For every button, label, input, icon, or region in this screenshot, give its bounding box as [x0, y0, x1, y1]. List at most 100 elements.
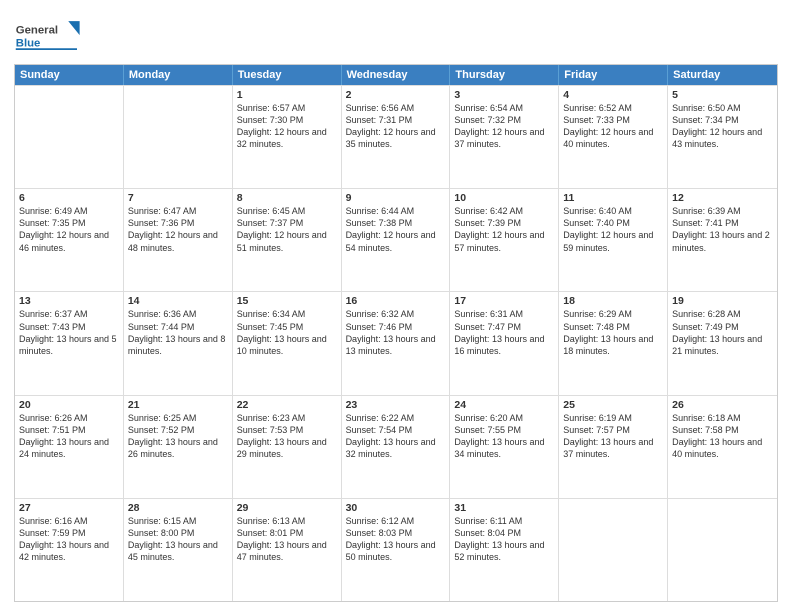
- day-number: 29: [237, 502, 337, 514]
- day-number: 17: [454, 295, 554, 307]
- calendar-row: 20Sunrise: 6:26 AM Sunset: 7:51 PM Dayli…: [15, 395, 777, 498]
- day-info: Sunrise: 6:19 AM Sunset: 7:57 PM Dayligh…: [563, 412, 663, 461]
- calendar-cell: 15Sunrise: 6:34 AM Sunset: 7:45 PM Dayli…: [233, 292, 342, 394]
- day-info: Sunrise: 6:29 AM Sunset: 7:48 PM Dayligh…: [563, 308, 663, 357]
- day-number: 23: [346, 399, 446, 411]
- day-info: Sunrise: 6:12 AM Sunset: 8:03 PM Dayligh…: [346, 515, 446, 564]
- calendar-cell: 10Sunrise: 6:42 AM Sunset: 7:39 PM Dayli…: [450, 189, 559, 291]
- day-info: Sunrise: 6:13 AM Sunset: 8:01 PM Dayligh…: [237, 515, 337, 564]
- calendar-cell: 28Sunrise: 6:15 AM Sunset: 8:00 PM Dayli…: [124, 499, 233, 601]
- calendar-cell: 4Sunrise: 6:52 AM Sunset: 7:33 PM Daylig…: [559, 86, 668, 188]
- day-number: 30: [346, 502, 446, 514]
- calendar-row: 27Sunrise: 6:16 AM Sunset: 7:59 PM Dayli…: [15, 498, 777, 601]
- calendar-cell: 31Sunrise: 6:11 AM Sunset: 8:04 PM Dayli…: [450, 499, 559, 601]
- svg-text:General: General: [16, 24, 58, 36]
- day-number: 13: [19, 295, 119, 307]
- day-info: Sunrise: 6:18 AM Sunset: 7:58 PM Dayligh…: [672, 412, 773, 461]
- calendar-cell: 11Sunrise: 6:40 AM Sunset: 7:40 PM Dayli…: [559, 189, 668, 291]
- calendar-cell: 13Sunrise: 6:37 AM Sunset: 7:43 PM Dayli…: [15, 292, 124, 394]
- day-number: 9: [346, 192, 446, 204]
- day-info: Sunrise: 6:40 AM Sunset: 7:40 PM Dayligh…: [563, 205, 663, 254]
- calendar-cell: 7Sunrise: 6:47 AM Sunset: 7:36 PM Daylig…: [124, 189, 233, 291]
- calendar-cell: 23Sunrise: 6:22 AM Sunset: 7:54 PM Dayli…: [342, 396, 451, 498]
- day-number: 27: [19, 502, 119, 514]
- calendar-row: 13Sunrise: 6:37 AM Sunset: 7:43 PM Dayli…: [15, 291, 777, 394]
- calendar-cell: 27Sunrise: 6:16 AM Sunset: 7:59 PM Dayli…: [15, 499, 124, 601]
- logo-svg: General Blue: [14, 14, 84, 58]
- calendar-cell: 30Sunrise: 6:12 AM Sunset: 8:03 PM Dayli…: [342, 499, 451, 601]
- day-number: 21: [128, 399, 228, 411]
- calendar-cell: 6Sunrise: 6:49 AM Sunset: 7:35 PM Daylig…: [15, 189, 124, 291]
- weekday-header: Monday: [124, 65, 233, 85]
- day-info: Sunrise: 6:54 AM Sunset: 7:32 PM Dayligh…: [454, 102, 554, 151]
- day-number: 1: [237, 89, 337, 101]
- day-number: 3: [454, 89, 554, 101]
- day-info: Sunrise: 6:11 AM Sunset: 8:04 PM Dayligh…: [454, 515, 554, 564]
- calendar-cell: 3Sunrise: 6:54 AM Sunset: 7:32 PM Daylig…: [450, 86, 559, 188]
- day-number: 22: [237, 399, 337, 411]
- weekday-header: Tuesday: [233, 65, 342, 85]
- day-number: 5: [672, 89, 773, 101]
- day-number: 24: [454, 399, 554, 411]
- day-info: Sunrise: 6:28 AM Sunset: 7:49 PM Dayligh…: [672, 308, 773, 357]
- day-number: 15: [237, 295, 337, 307]
- calendar-cell: [668, 499, 777, 601]
- calendar-cell: 14Sunrise: 6:36 AM Sunset: 7:44 PM Dayli…: [124, 292, 233, 394]
- calendar-header: SundayMondayTuesdayWednesdayThursdayFrid…: [15, 65, 777, 85]
- calendar: SundayMondayTuesdayWednesdayThursdayFrid…: [14, 64, 778, 602]
- day-number: 25: [563, 399, 663, 411]
- day-info: Sunrise: 6:42 AM Sunset: 7:39 PM Dayligh…: [454, 205, 554, 254]
- calendar-cell: 17Sunrise: 6:31 AM Sunset: 7:47 PM Dayli…: [450, 292, 559, 394]
- day-info: Sunrise: 6:22 AM Sunset: 7:54 PM Dayligh…: [346, 412, 446, 461]
- calendar-cell: 26Sunrise: 6:18 AM Sunset: 7:58 PM Dayli…: [668, 396, 777, 498]
- day-number: 6: [19, 192, 119, 204]
- day-info: Sunrise: 6:25 AM Sunset: 7:52 PM Dayligh…: [128, 412, 228, 461]
- day-number: 10: [454, 192, 554, 204]
- calendar-body: 1Sunrise: 6:57 AM Sunset: 7:30 PM Daylig…: [15, 85, 777, 601]
- day-info: Sunrise: 6:50 AM Sunset: 7:34 PM Dayligh…: [672, 102, 773, 151]
- weekday-header: Saturday: [668, 65, 777, 85]
- calendar-cell: 24Sunrise: 6:20 AM Sunset: 7:55 PM Dayli…: [450, 396, 559, 498]
- calendar-cell: 18Sunrise: 6:29 AM Sunset: 7:48 PM Dayli…: [559, 292, 668, 394]
- day-info: Sunrise: 6:36 AM Sunset: 7:44 PM Dayligh…: [128, 308, 228, 357]
- calendar-cell: 29Sunrise: 6:13 AM Sunset: 8:01 PM Dayli…: [233, 499, 342, 601]
- calendar-cell: 1Sunrise: 6:57 AM Sunset: 7:30 PM Daylig…: [233, 86, 342, 188]
- calendar-cell: 20Sunrise: 6:26 AM Sunset: 7:51 PM Dayli…: [15, 396, 124, 498]
- calendar-cell: 21Sunrise: 6:25 AM Sunset: 7:52 PM Dayli…: [124, 396, 233, 498]
- day-info: Sunrise: 6:45 AM Sunset: 7:37 PM Dayligh…: [237, 205, 337, 254]
- day-number: 14: [128, 295, 228, 307]
- calendar-cell: 2Sunrise: 6:56 AM Sunset: 7:31 PM Daylig…: [342, 86, 451, 188]
- day-number: 7: [128, 192, 228, 204]
- calendar-cell: [15, 86, 124, 188]
- day-number: 28: [128, 502, 228, 514]
- day-info: Sunrise: 6:57 AM Sunset: 7:30 PM Dayligh…: [237, 102, 337, 151]
- logo: General Blue: [14, 14, 84, 58]
- calendar-cell: 8Sunrise: 6:45 AM Sunset: 7:37 PM Daylig…: [233, 189, 342, 291]
- calendar-cell: 16Sunrise: 6:32 AM Sunset: 7:46 PM Dayli…: [342, 292, 451, 394]
- calendar-cell: 9Sunrise: 6:44 AM Sunset: 7:38 PM Daylig…: [342, 189, 451, 291]
- calendar-cell: 25Sunrise: 6:19 AM Sunset: 7:57 PM Dayli…: [559, 396, 668, 498]
- day-number: 11: [563, 192, 663, 204]
- day-info: Sunrise: 6:49 AM Sunset: 7:35 PM Dayligh…: [19, 205, 119, 254]
- calendar-cell: [124, 86, 233, 188]
- day-number: 19: [672, 295, 773, 307]
- day-info: Sunrise: 6:26 AM Sunset: 7:51 PM Dayligh…: [19, 412, 119, 461]
- header: General Blue: [14, 10, 778, 58]
- day-info: Sunrise: 6:31 AM Sunset: 7:47 PM Dayligh…: [454, 308, 554, 357]
- calendar-cell: [559, 499, 668, 601]
- calendar-row: 6Sunrise: 6:49 AM Sunset: 7:35 PM Daylig…: [15, 188, 777, 291]
- day-info: Sunrise: 6:37 AM Sunset: 7:43 PM Dayligh…: [19, 308, 119, 357]
- day-info: Sunrise: 6:44 AM Sunset: 7:38 PM Dayligh…: [346, 205, 446, 254]
- day-info: Sunrise: 6:32 AM Sunset: 7:46 PM Dayligh…: [346, 308, 446, 357]
- svg-text:Blue: Blue: [16, 38, 41, 50]
- day-info: Sunrise: 6:15 AM Sunset: 8:00 PM Dayligh…: [128, 515, 228, 564]
- weekday-header: Wednesday: [342, 65, 451, 85]
- day-info: Sunrise: 6:47 AM Sunset: 7:36 PM Dayligh…: [128, 205, 228, 254]
- calendar-cell: 5Sunrise: 6:50 AM Sunset: 7:34 PM Daylig…: [668, 86, 777, 188]
- day-info: Sunrise: 6:23 AM Sunset: 7:53 PM Dayligh…: [237, 412, 337, 461]
- day-number: 16: [346, 295, 446, 307]
- calendar-cell: 12Sunrise: 6:39 AM Sunset: 7:41 PM Dayli…: [668, 189, 777, 291]
- weekday-header: Thursday: [450, 65, 559, 85]
- calendar-row: 1Sunrise: 6:57 AM Sunset: 7:30 PM Daylig…: [15, 85, 777, 188]
- calendar-cell: 22Sunrise: 6:23 AM Sunset: 7:53 PM Dayli…: [233, 396, 342, 498]
